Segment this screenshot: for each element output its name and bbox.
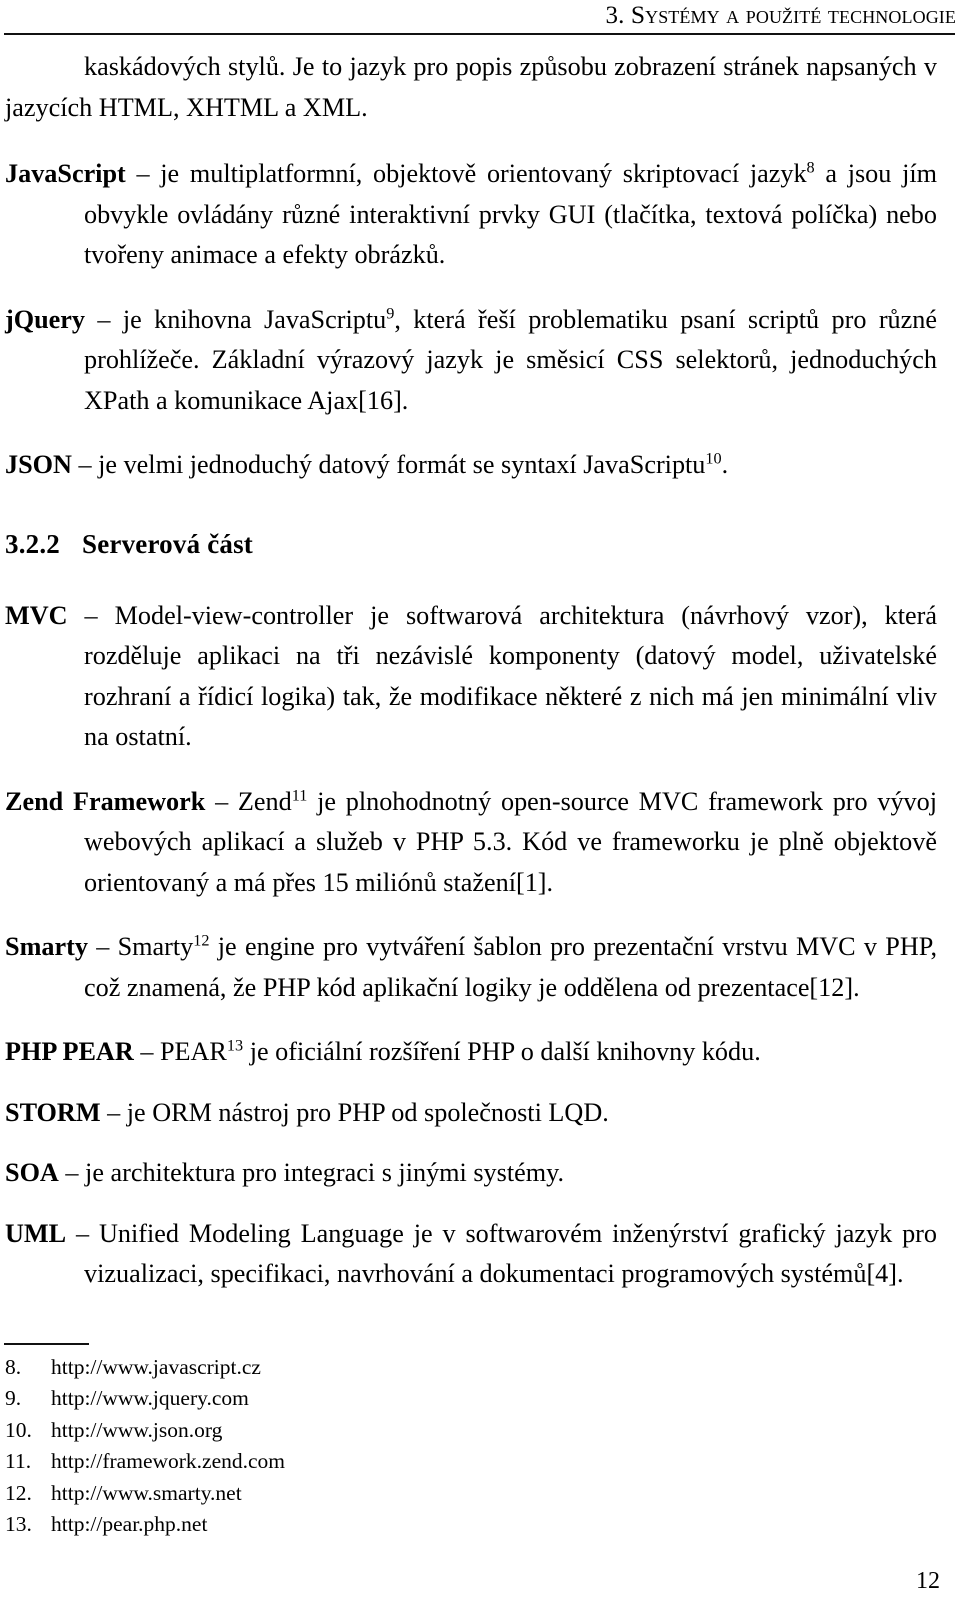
term-dash: – [136,159,150,188]
term-dash: – [215,786,229,816]
term-entry-storm: STORM – je ORM nástroj pro PHP od společ… [5,1093,937,1134]
footnote-separator-rule [4,1343,89,1345]
term-text-before: je architektura pro integraci s jinými s… [78,1158,565,1187]
term-entry-mvc: MVC – Model-view-controller je softwarov… [5,596,937,758]
term-dash: – [97,304,111,334]
footnote-marker-13: 13 [226,1036,244,1055]
term-label: JavaScript [5,159,126,188]
term-label: Zend Framework [5,786,206,816]
term-entry-javascript: JavaScript – je multiplatformní, objekto… [5,154,937,276]
footnote-marker-11: 11 [291,785,308,804]
footnote-list: 8. http://www.javascript.cz 9. http://www.… [5,1352,605,1540]
footnote-number: 11. [5,1449,32,1474]
term-text-before: je ORM nástroj pro PHP od společnosti LQ… [120,1097,609,1127]
page-body: kaskádových stylů. Je to jazyk pro popis… [5,47,937,1319]
term-label: JSON [5,450,72,479]
term-text-before: je velmi jednoduchý datový formát se syn… [91,450,706,479]
section-heading-wrapper: 3.2.2 Serverová část [5,526,937,562]
term-text-before: Zend [228,786,292,816]
document-page: 3. Systémy a použité technologie kaskádo… [0,0,960,1610]
continuation-paragraph: kaskádových stylů. Je to jazyk pro popis… [5,52,937,122]
term-dash: – [84,600,98,630]
term-dash: – [107,1097,121,1127]
term-entry-php-pear: PHP PEAR – PEAR13 je oficiální rozšíření… [5,1032,937,1073]
footnote-item: 11. http://framework.zend.com [5,1446,605,1477]
footnote-marker-8: 8 [806,158,815,177]
footnote-url: http://www.jquery.com [51,1386,249,1411]
term-text-before: Unified Modeling Language je v softwarov… [84,1218,937,1289]
term-entry-smarty: Smarty – Smarty12 je engine pro vytvářen… [5,927,937,1008]
term-label: Smarty [5,932,88,961]
term-text-before: Smarty [109,932,194,961]
footnote-item: 13. http://pear.php.net [5,1509,605,1540]
footnote-marker-12: 12 [193,931,210,950]
section-number: 3.2.2 [5,528,60,559]
term-entry-jquery: jQuery – je knihovna JavaScriptu9, která… [5,300,937,422]
footnote-url: http://www.smarty.net [51,1480,242,1505]
footnote-item: 10. http://www.json.org [5,1415,605,1446]
term-text-before: Model-view-controller je softwarová arch… [84,600,937,752]
header-rule [4,33,955,35]
term-label: STORM [5,1097,101,1127]
footnote-item: 8. http://www.javascript.cz [5,1352,605,1383]
footnote-url: http://framework.zend.com [51,1449,286,1474]
term-entry-uml: UML – Unified Modeling Language je v sof… [5,1214,937,1295]
term-label: PHP PEAR [5,1037,134,1066]
term-dash: – [96,932,110,961]
footnote-number: 10. [5,1417,32,1442]
term-dash: – [76,1218,90,1248]
term-label: SOA [5,1158,59,1187]
term-dash: – [140,1037,154,1066]
footnote-number: 12. [5,1480,32,1505]
page-number: 12 [916,1568,940,1594]
term-text-before: je knihovna JavaScriptu [110,304,387,334]
footnote-number: 9. [5,1386,22,1411]
footnote-number: 13. [5,1512,32,1537]
term-text-after: je engine pro vytváření šablon pro preze… [84,932,937,1002]
term-label: MVC [5,600,68,630]
footnote-url: http://www.json.org [51,1417,223,1442]
term-text-after: . [721,450,729,479]
term-entry-zend-framework: Zend Framework – Zend11 je plnohodnotný … [5,782,937,904]
header-chapter-number: 3. [605,2,625,29]
footnote-url: http://www.javascript.cz [51,1355,261,1379]
header-chapter-title: Systémy a použité technologie [630,0,956,29]
term-dash: – [78,450,92,479]
footnote-url: http://pear.php.net [51,1512,208,1537]
term-label: jQuery [5,304,85,334]
term-label: UML [5,1218,67,1248]
running-header: 3. Systémy a použité technologie [4,0,956,31]
footnote-item: 12. http://www.smarty.net [5,1478,605,1509]
term-text-before: PEAR [153,1037,227,1066]
footnote-marker-10: 10 [705,449,722,468]
footnote-item: 9. http://www.jquery.com [5,1383,605,1414]
footnote-number: 8. [5,1355,22,1379]
term-entry-soa: SOA – je architektura pro integraci s ji… [5,1153,937,1194]
section-heading: 3.2.2 Serverová část [5,526,937,562]
term-dash: – [65,1158,79,1187]
section-title: Serverová část [82,528,253,559]
term-entry-json: JSON – je velmi jednoduchý datový formát… [5,445,937,486]
term-text-after: je oficiální rozšíření PHP o další kniho… [243,1037,761,1066]
term-text-before: je multiplatformní, objektově orientovan… [149,159,807,188]
